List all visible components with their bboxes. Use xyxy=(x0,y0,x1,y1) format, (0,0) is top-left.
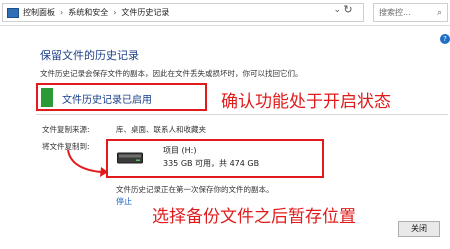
source-label: 文件复制来源: xyxy=(42,125,90,134)
search-placeholder: 搜索控... xyxy=(379,8,411,17)
help-icon[interactable]: ? xyxy=(440,34,450,44)
copy-status-note: 文件历史记录正在第一次保存你的文件的副本。 xyxy=(116,185,274,194)
search-input[interactable]: 搜索控... ⌕ xyxy=(373,3,448,22)
stop-link[interactable]: 停止 xyxy=(116,196,132,207)
address-bar-row: 控制面板 › 系统和安全 › 文件历史记录 ⌄ ↻ 搜索控... ⌕ xyxy=(0,0,450,26)
breadcrumb-system-security[interactable]: 系统和安全 xyxy=(68,7,108,18)
search-icon: ⌕ xyxy=(436,7,442,18)
hard-drive-icon xyxy=(117,152,143,164)
close-button[interactable]: 关闭 xyxy=(398,221,440,237)
refresh-icon[interactable]: ↻ xyxy=(340,2,356,18)
source-value: 库、桌面、联系人和收藏夹 xyxy=(116,125,206,134)
status-indicator-icon xyxy=(41,88,53,107)
arrow-annotation-icon xyxy=(67,149,108,177)
annotation-select: 选择备份文件之后暂存位置 xyxy=(152,207,356,227)
control-panel-icon xyxy=(7,7,19,18)
drive-name: 项目 (H:) xyxy=(163,146,197,155)
status-text: 文件历史记录已启用 xyxy=(62,95,152,106)
annotation-confirm: 确认功能处于开启状态 xyxy=(221,92,391,112)
drive-space: 335 GB 可用，共 474 GB xyxy=(163,159,260,168)
breadcrumb-file-history[interactable]: 文件历史记录 xyxy=(121,7,169,18)
divider xyxy=(36,114,448,115)
address-bar[interactable]: 控制面板 › 系统和安全 › 文件历史记录 ⌄ xyxy=(2,3,364,22)
breadcrumb-separator: › xyxy=(113,8,117,17)
page-title: 保留文件的历史记录 xyxy=(40,49,139,62)
page-description: 文件历史记录会保存文件的副本，因此在文件丢失或损坏时，你可以找回它们。 xyxy=(40,69,303,78)
breadcrumb-separator: › xyxy=(60,8,64,17)
breadcrumb-control-panel[interactable]: 控制面板 xyxy=(23,7,55,18)
